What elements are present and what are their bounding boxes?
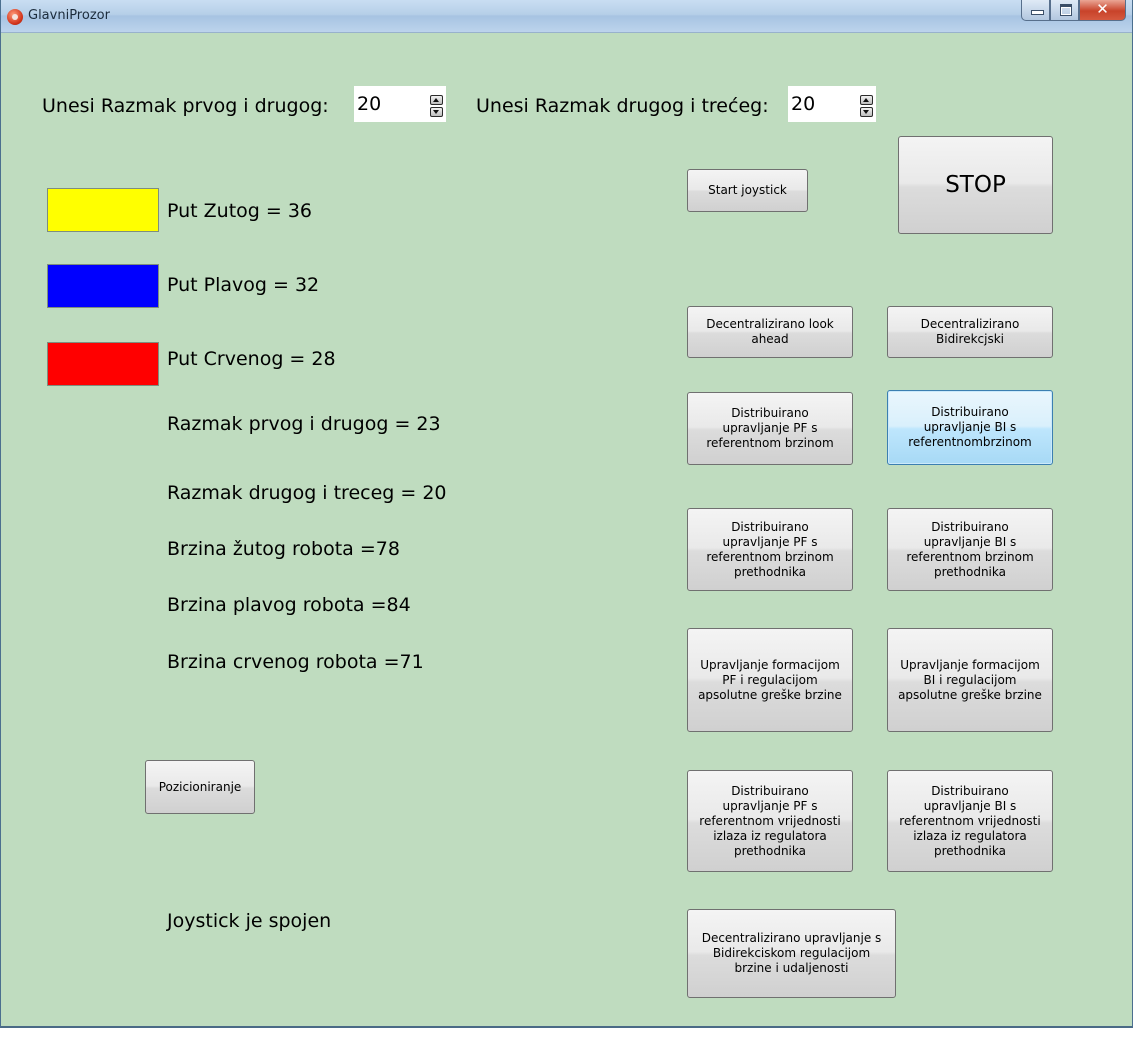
button-label-line: PF i regulacijom bbox=[722, 672, 818, 687]
start-joystick-button[interactable]: Start joystick bbox=[687, 169, 808, 212]
dist-pf-regulator-button[interactable]: Distribuirano upravljanje PF s referentnom… bbox=[687, 770, 853, 872]
spacing2-arrows[interactable] bbox=[860, 95, 873, 117]
formation-bi-button[interactable]: Upravljanje formacijom BI i regulacijom ap… bbox=[887, 628, 1053, 732]
dist-pf-ref-speed-button[interactable]: Distribuirano upravljanje PF s referentnom… bbox=[687, 392, 853, 465]
button-label-line: upravljanje PF s bbox=[722, 798, 818, 813]
button-label-line: Decentralizirano bbox=[920, 317, 1020, 331]
button-label-line: Distribuirano bbox=[931, 405, 1009, 419]
button-label: Distribuirano upravljanje PF s referentnom… bbox=[699, 784, 840, 859]
button-label: Upravljanje formacijom BI i regulacijom ap… bbox=[898, 658, 1042, 703]
joystick-status: Joystick je spojen bbox=[167, 910, 332, 932]
window-title: GlavniProzor bbox=[28, 8, 110, 23]
button-label-line: ahead bbox=[751, 332, 789, 346]
dec-bidir-regulation-button[interactable]: Decentralizirano upravljanje s Bidirekcis… bbox=[687, 909, 896, 998]
button-label: Distribuirano upravljanje PF s referentnom… bbox=[706, 520, 833, 580]
button-label: Decentralizirano look ahead bbox=[706, 317, 834, 347]
button-label-line: apsolutne greške brzine bbox=[698, 687, 842, 702]
button-label-line: upravljanje PF s bbox=[722, 534, 818, 549]
stat-speed-yellow: Brzina žutog robota =78 bbox=[167, 538, 400, 560]
spin-down-icon[interactable] bbox=[430, 107, 443, 117]
button-label-line: prethodnika bbox=[934, 564, 1006, 579]
stat-spacing23: Razmak drugog i treceg = 20 bbox=[167, 482, 447, 504]
main-window: GlavniProzor ✕ Unesi Razmak prvog i drug… bbox=[0, 0, 1133, 1028]
spin-up-icon[interactable] bbox=[430, 95, 443, 105]
dist-bi-ref-speed-button[interactable]: Distribuirano upravljanje BI s referentnom… bbox=[887, 390, 1053, 465]
button-label-line: upravljanje BI s bbox=[923, 534, 1017, 549]
formation-pf-button[interactable]: Upravljanje formacijom PF i regulacijom ap… bbox=[687, 628, 853, 732]
stat-spacing12: Razmak prvog i drugog = 23 bbox=[167, 413, 441, 435]
maximize-button[interactable] bbox=[1050, 0, 1079, 21]
spacing1-value[interactable]: 20 bbox=[357, 93, 381, 115]
minimize-button[interactable] bbox=[1021, 0, 1050, 21]
maximize-icon bbox=[1060, 4, 1072, 16]
button-label-line: Distribuirano bbox=[731, 783, 809, 798]
stat-speed-red: Brzina crvenog robota =71 bbox=[167, 651, 424, 673]
title-bar[interactable]: GlavniProzor ✕ bbox=[1, 0, 1132, 33]
button-label: Upravljanje formacijom PF i regulacijom ap… bbox=[698, 658, 842, 703]
button-label-line: referentnom vrijednosti bbox=[699, 813, 841, 828]
dec-look-ahead-button[interactable]: Decentralizirano look ahead bbox=[687, 306, 853, 358]
button-label-line: Distribuirano bbox=[731, 519, 809, 534]
button-label-line: Decentralizirano upravljanje s bbox=[701, 931, 882, 945]
dist-bi-regulator-button[interactable]: Distribuirano upravljanje BI s referentnom… bbox=[887, 770, 1053, 872]
spacing2-value[interactable]: 20 bbox=[791, 93, 815, 115]
spacing1-label: Unesi Razmak prvog i drugog: bbox=[42, 95, 329, 117]
stat-speed-blue: Brzina plavog robota =84 bbox=[167, 594, 411, 616]
window-controls: ✕ bbox=[1021, 0, 1126, 22]
close-icon: ✕ bbox=[1096, 0, 1109, 18]
button-label: Distribuirano upravljanje PF s referentnom… bbox=[706, 406, 833, 451]
button-label-line: prethodnika bbox=[734, 564, 806, 579]
button-label-line: upravljanje PF s bbox=[722, 421, 818, 435]
button-label-line: izlaza iz regulatora bbox=[913, 828, 1027, 843]
button-label-line: referentnom brzinom bbox=[906, 549, 1034, 564]
minimize-icon bbox=[1031, 10, 1044, 15]
button-label-line: brzine i udaljenosti bbox=[734, 961, 849, 975]
button-label-line: BI i regulacijom bbox=[923, 672, 1017, 687]
button-label: Decentralizirano Bidirekcjski bbox=[921, 317, 1020, 347]
button-label-line: upravljanje BI s bbox=[923, 798, 1017, 813]
spacing2-spinner[interactable]: 20 bbox=[788, 86, 876, 122]
button-label: Distribuirano upravljanje BI s referentnom… bbox=[908, 405, 1031, 450]
button-label-line: referentnom brzinom bbox=[706, 549, 834, 564]
path-yellow-label: Put Zutog = 36 bbox=[167, 200, 313, 222]
yellow-swatch bbox=[47, 188, 159, 232]
button-label-line: Bidirekciskom regulacijom bbox=[712, 946, 871, 960]
dist-bi-pred-speed-button[interactable]: Distribuirano upravljanje BI s referentnom… bbox=[887, 508, 1053, 591]
button-label: Distribuirano upravljanje BI s referentnom… bbox=[906, 520, 1033, 580]
button-label: Distribuirano upravljanje BI s referentnom… bbox=[899, 784, 1040, 859]
pozicioniranje-button[interactable]: Pozicioniranje bbox=[145, 760, 255, 814]
button-label-line: referentnom brzinom bbox=[706, 436, 834, 450]
spin-up-icon[interactable] bbox=[860, 95, 873, 105]
button-label-line: Distribuirano bbox=[731, 406, 809, 420]
close-button[interactable]: ✕ bbox=[1079, 0, 1126, 21]
button-label-line: izlaza iz regulatora bbox=[713, 828, 827, 843]
button-label-line: referentnombrzinom bbox=[908, 435, 1032, 449]
button-label-line: referentnom vrijednosti bbox=[899, 813, 1041, 828]
button-label-line: upravljanje BI s bbox=[923, 420, 1017, 434]
button-label-line: Distribuirano bbox=[931, 783, 1009, 798]
spin-down-icon[interactable] bbox=[860, 107, 873, 117]
button-label-line: Decentralizirano look bbox=[706, 317, 834, 331]
spacing1-arrows[interactable] bbox=[430, 95, 443, 117]
app-icon[interactable] bbox=[7, 9, 23, 25]
red-swatch bbox=[47, 342, 159, 386]
button-label-line: Distribuirano bbox=[931, 519, 1009, 534]
path-red-label: Put Crvenog = 28 bbox=[167, 348, 336, 370]
button-label-line: apsolutne greške brzine bbox=[898, 687, 1042, 702]
button-label-line: prethodnika bbox=[934, 843, 1006, 858]
button-label-line: Upravljanje formacijom bbox=[700, 657, 840, 672]
button-label-line: Upravljanje formacijom bbox=[900, 657, 1040, 672]
dec-bidirectional-button[interactable]: Decentralizirano Bidirekcjski bbox=[887, 306, 1053, 358]
spacing1-spinner[interactable]: 20 bbox=[354, 86, 446, 122]
button-label-line: Bidirekcjski bbox=[936, 332, 1004, 346]
path-blue-label: Put Plavog = 32 bbox=[167, 274, 320, 296]
blue-swatch bbox=[47, 264, 159, 308]
spacing2-label: Unesi Razmak drugog i trećeg: bbox=[476, 95, 769, 117]
button-label-line: prethodnika bbox=[734, 843, 806, 858]
button-label: Decentralizirano upravljanje s Bidirekcis… bbox=[702, 931, 882, 976]
stop-button[interactable]: STOP bbox=[898, 136, 1053, 234]
dist-pf-pred-speed-button[interactable]: Distribuirano upravljanje PF s referentnom… bbox=[687, 508, 853, 591]
